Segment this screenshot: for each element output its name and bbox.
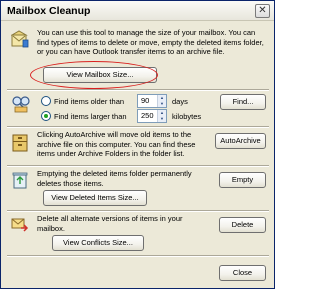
view-conflicts-size-button[interactable]: View Conflicts Size... [52,235,144,251]
find-items-icon [11,95,30,113]
larger-than-radio[interactable] [41,111,51,121]
delete-button[interactable]: Delete [219,217,266,233]
title-bar: Mailbox Cleanup ✕ [1,1,274,21]
close-button[interactable]: Close [219,265,266,281]
mailbox-size-description: You can use this tool to manage the size… [37,28,264,56]
conflicts-description: Delete all alternate versions of items i… [37,214,183,233]
autoarchive-section: Clicking AutoArchive will move old items… [7,129,269,165]
empty-button[interactable]: Empty [219,172,266,188]
autoarchive-description: Clicking AutoArchive will move old items… [37,130,196,158]
kilobytes-spinner[interactable]: ▲ ▼ [157,110,166,122]
days-value: 90 [141,96,150,105]
mailbox-cleanup-dialog: Mailbox Cleanup ✕ You can use this tool … [0,0,275,289]
divider [7,89,269,91]
larger-than-label: Find items larger than [54,112,127,121]
view-deleted-items-size-button[interactable]: View Deleted Items Size... [43,190,147,206]
find-items-section: Find items older than 90 ▲ ▼ days Find it… [7,92,269,126]
kilobytes-value: 250 [141,111,154,120]
older-than-label: Find items older than [54,97,125,106]
conflicts-section: Delete all alternate versions of items i… [7,213,269,253]
recycle-bin-icon [11,171,29,189]
days-unit: days [172,97,188,106]
find-button[interactable]: Find... [220,94,266,110]
days-spinner[interactable]: ▲ ▼ [157,95,166,107]
autoarchive-button[interactable]: AutoArchive [215,133,266,149]
mailbox-cleanup-icon [10,30,29,48]
deleted-items-description: Emptying the deleted items folder perman… [37,169,192,188]
older-than-radio[interactable] [41,96,51,106]
divider [7,210,269,212]
divider [7,255,269,257]
autoarchive-icon [11,133,29,152]
divider [7,165,269,167]
kilobytes-input[interactable]: 250 ▲ ▼ [137,109,167,123]
days-input[interactable]: 90 ▲ ▼ [137,94,167,108]
red-highlight-ellipse [30,61,158,89]
deleted-items-section: Emptying the deleted items folder perman… [7,168,269,208]
kilobytes-unit: kilobytes [172,112,202,121]
conflicts-icon [11,216,29,234]
divider [7,126,269,128]
title-close-button[interactable]: ✕ [255,4,270,18]
dialog-title: Mailbox Cleanup [7,5,91,17]
